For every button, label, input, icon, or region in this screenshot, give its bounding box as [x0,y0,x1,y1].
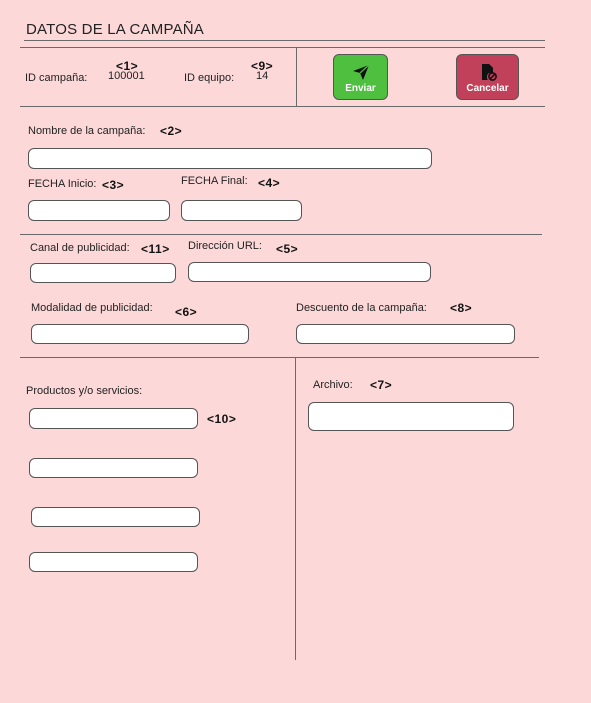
producto-input-1[interactable] [29,408,198,429]
fecha-final-input[interactable] [181,200,302,221]
section-divider-2 [20,357,539,358]
modalidad-input[interactable] [31,324,249,344]
id-equipo-label: ID equipo: [184,72,235,84]
file-blocked-icon [481,64,497,81]
marker-7: <7> [370,378,393,392]
section-divider-1 [20,234,542,235]
productos-label: Productos y/o servicios: [26,385,143,397]
send-button-label: Enviar [345,83,376,94]
canal-label: Canal de publicidad: [30,242,130,254]
marker-2: <2> [160,124,183,138]
send-icon [352,64,369,80]
fecha-inicio-input[interactable] [28,200,170,221]
nombre-label: Nombre de la campaña: [28,125,146,137]
page-title: DATOS DE LA CAMPAÑA [26,21,205,38]
canal-input[interactable] [30,263,176,283]
id-campana-value: 100001 [108,70,145,82]
fecha-inicio-label: FECHA Inicio: [28,178,97,190]
fecha-final-label: FECHA Final: [181,175,248,187]
header-bottom-divider [20,106,545,107]
descuento-input[interactable] [296,324,515,344]
producto-input-3[interactable] [31,507,200,527]
producto-input-2[interactable] [29,458,198,478]
producto-input-4[interactable] [29,552,198,572]
descuento-label: Descuento de la campaña: [296,302,427,314]
marker-10: <10> [207,412,237,426]
title-underline [24,40,545,41]
marker-4: <4> [258,176,281,190]
cancel-button[interactable]: Cancelar [456,54,519,100]
cancel-button-label: Cancelar [466,83,509,94]
id-equipo-value: 14 [256,70,269,82]
send-button[interactable]: Enviar [333,54,388,100]
id-campana-label: ID campaña: [25,72,88,84]
modalidad-label: Modalidad de publicidad: [31,302,153,314]
marker-6: <6> [175,305,198,319]
header-vertical-divider [296,47,297,106]
url-input[interactable] [188,262,431,282]
marker-3: <3> [102,178,125,192]
archivo-input[interactable] [308,402,514,431]
url-label: Dirección URL: [188,240,262,252]
marker-11: <11> [141,242,170,256]
marker-5: <5> [276,242,299,256]
archivo-label: Archivo: [313,379,353,391]
marker-8: <8> [450,301,473,315]
header-top-divider [20,47,545,48]
nombre-input[interactable] [28,148,432,169]
bottom-vertical-divider [295,358,296,660]
